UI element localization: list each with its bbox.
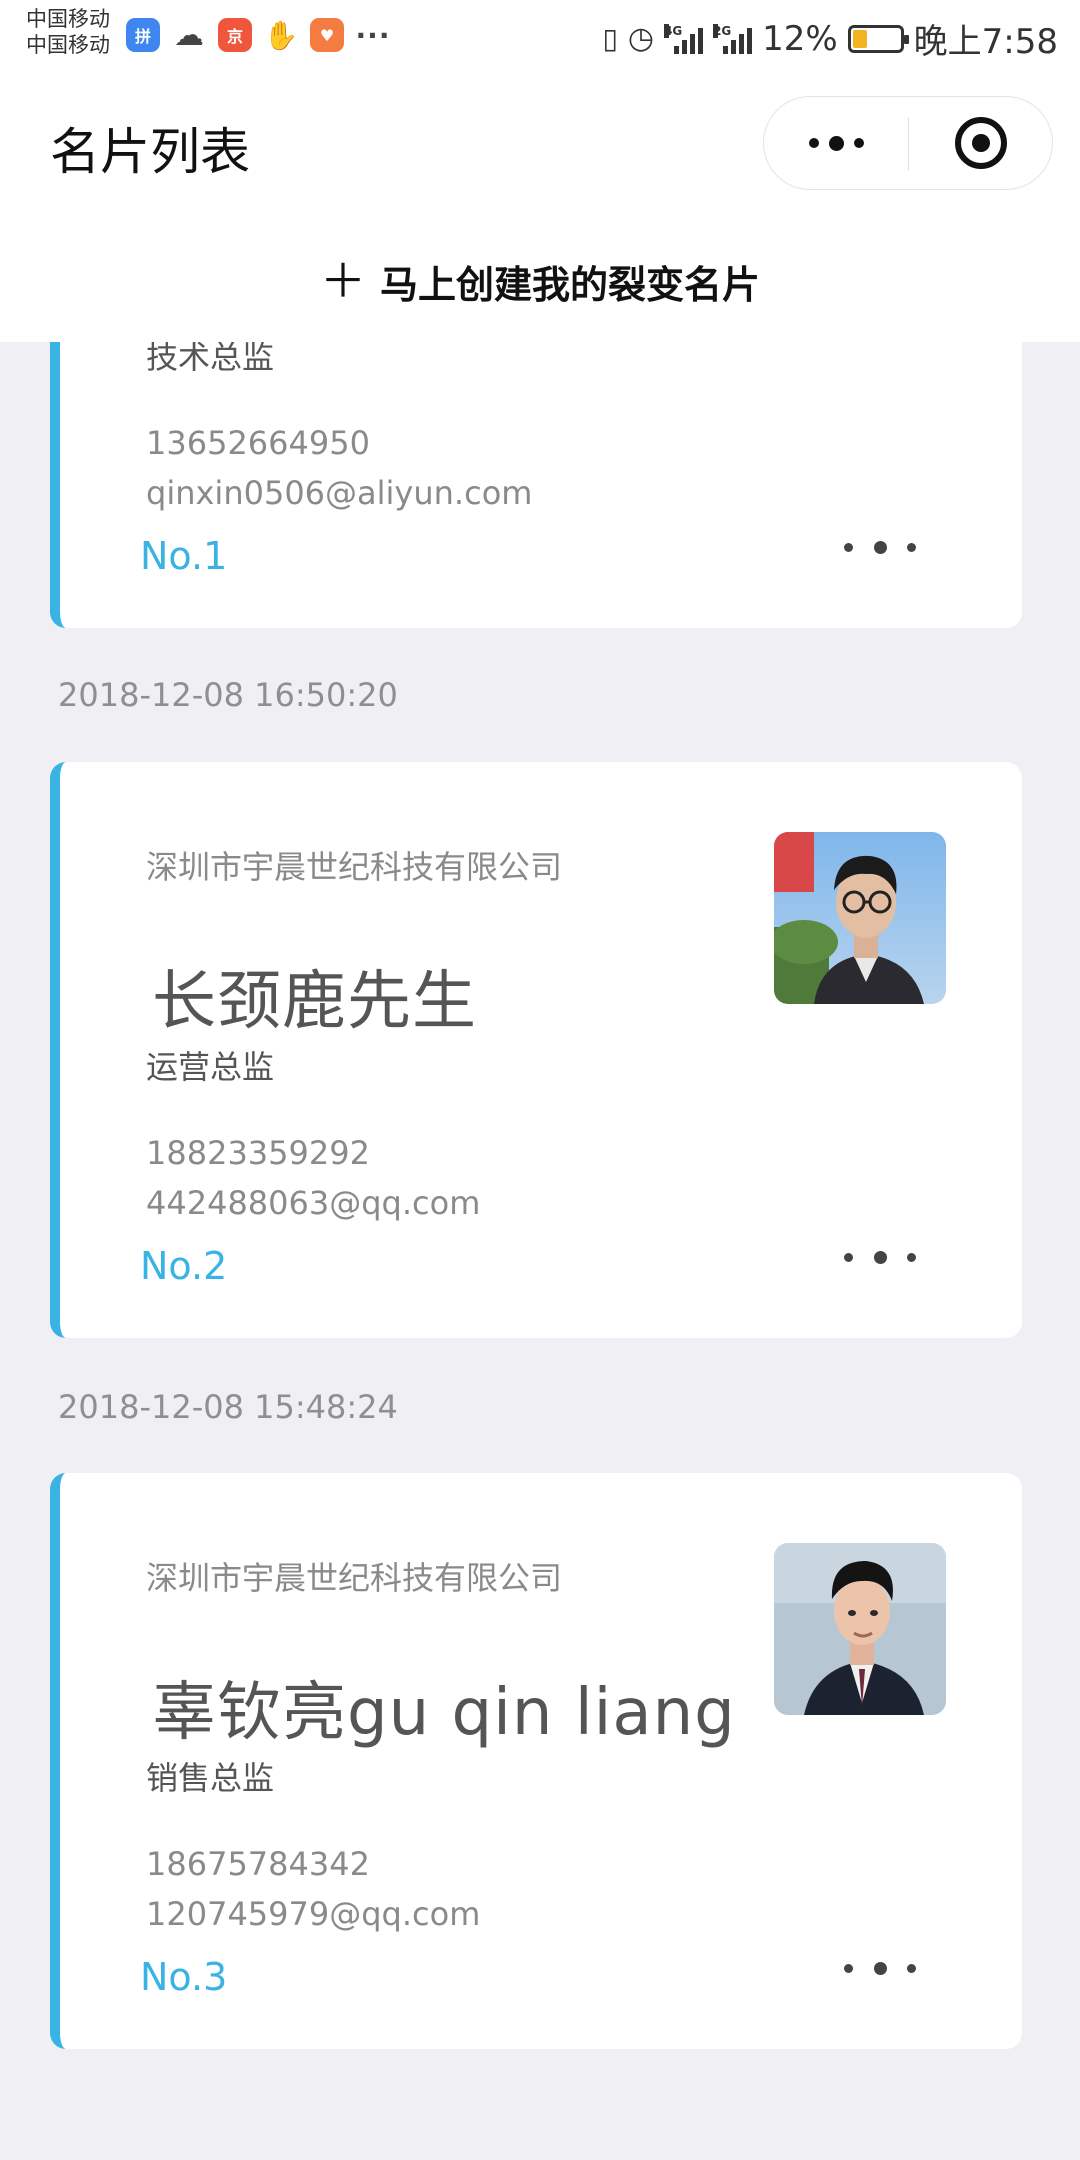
create-card-button[interactable]: ＋ 马上创建我的裂变名片 <box>0 220 1080 342</box>
system-indicators: ▯ ◷ 4G 2G 12% 晚上7:58 <box>602 14 1058 63</box>
card-phone[interactable]: 18823359292 <box>146 1134 370 1172</box>
hand-icon: ✋ <box>263 18 299 52</box>
battery-percent: 12% <box>762 18 838 59</box>
pinduoduo-icon: 拼 <box>126 18 160 52</box>
signal-2g-icon: 2G <box>713 23 753 54</box>
card-number: No.3 <box>140 1955 228 1999</box>
close-button[interactable] <box>909 97 1053 189</box>
miniprogram-capsule <box>763 96 1053 190</box>
carrier-info: 中国移动 中国移动 <box>26 6 110 58</box>
notification-icons: 拼 ☁ 京 ✋ ♥ ··· <box>126 17 391 53</box>
more-dots-icon[interactable] <box>764 97 908 189</box>
card-timestamp: 2018-12-08 15:48:24 <box>58 1388 398 1426</box>
card-company: 深圳市宇晨世纪科技有限公司 <box>146 848 563 886</box>
avatar[interactable] <box>774 832 946 1004</box>
jd-icon: 京 <box>218 18 252 52</box>
page: 技术总监 13652664950 qinxin0506@aliyun.com N… <box>0 0 1080 2160</box>
card-more-icon[interactable] <box>844 524 916 570</box>
more-icon: ··· <box>355 18 391 52</box>
signal-2-label: 2G <box>713 23 732 38</box>
carrier-1: 中国移动 <box>26 7 110 31</box>
card-email[interactable]: 120745979@qq.com <box>146 1895 480 1933</box>
card-position: 销售总监 <box>146 1759 275 1797</box>
business-card[interactable]: 深圳市宇晨世纪科技有限公司 长颈鹿先生 运营总监 18823359292 442… <box>50 762 1022 1338</box>
card-name: 长颈鹿先生 <box>152 965 477 1039</box>
card-phone[interactable]: 18675784342 <box>146 1845 370 1883</box>
page-title: 名片列表 <box>50 123 250 181</box>
card-email[interactable]: qinxin0506@aliyun.com <box>146 474 532 512</box>
battery-icon <box>847 24 909 53</box>
card-number: No.1 <box>140 534 228 578</box>
card-number: No.2 <box>140 1244 228 1288</box>
card-email[interactable]: 442488063@qq.com <box>146 1184 480 1222</box>
status-bar: 中国移动 中国移动 拼 ☁ 京 ✋ ♥ ··· ▯ ◷ 4G 2G 12% 晚上… <box>0 0 1080 72</box>
vibrate-icon: ▯ <box>602 22 618 55</box>
signal-4g-icon: 4G <box>664 23 704 54</box>
business-card[interactable]: 深圳市宇晨世纪科技有限公司 辜钦亮gu qin liang 销售总监 18675… <box>50 1473 1022 2049</box>
card-timestamp: 2018-12-08 16:50:20 <box>58 676 398 714</box>
clock: 晚上7:58 <box>913 22 1058 62</box>
nav-bar: 名片列表 <box>0 72 1080 220</box>
card-name: 辜钦亮gu qin liang <box>152 1676 736 1750</box>
signal-1-label: 4G <box>664 23 683 38</box>
card-company: 深圳市宇晨世纪科技有限公司 <box>146 1559 563 1597</box>
alarm-icon: ◷ <box>627 21 655 56</box>
battery-fill <box>852 29 867 48</box>
card-more-icon[interactable] <box>844 1945 916 1991</box>
avatar[interactable] <box>774 1543 946 1715</box>
carrier-2: 中国移动 <box>26 33 110 57</box>
card-position: 运营总监 <box>146 1048 275 1086</box>
target-icon <box>955 117 1007 169</box>
create-card-label: 马上创建我的裂变名片 <box>379 262 760 307</box>
wechat-icon: ☁ <box>174 17 204 53</box>
app-icon: ♥ <box>310 18 344 52</box>
card-more-icon[interactable] <box>844 1234 916 1280</box>
plus-icon: ＋ <box>319 254 366 308</box>
card-phone[interactable]: 13652664950 <box>146 424 370 462</box>
